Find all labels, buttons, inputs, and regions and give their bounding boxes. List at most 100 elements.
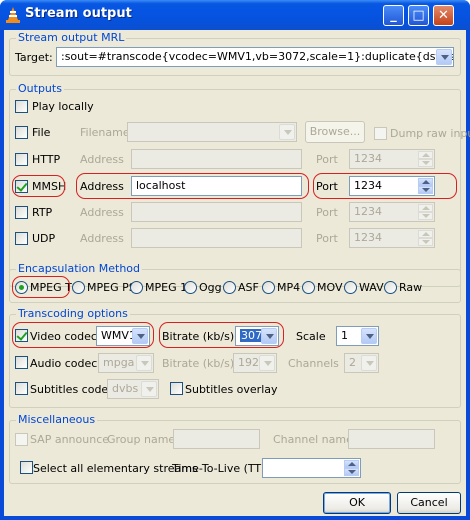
- audio-bitrate-value: 192: [238, 356, 259, 369]
- play-locally-label: Play locally: [32, 100, 94, 113]
- radio-asf-label: ASF: [238, 281, 259, 294]
- spin-down-icon[interactable]: [344, 468, 359, 476]
- radio-wav-label: WAV: [359, 281, 384, 294]
- audio-bitrate-label: Bitrate (kb/s): [162, 357, 235, 370]
- spin-down-icon[interactable]: [418, 238, 433, 246]
- rtp-checkbox[interactable]: [15, 206, 28, 219]
- mmsh-port-value: 1234: [354, 179, 382, 192]
- sap-announce-checkbox[interactable]: [15, 433, 28, 446]
- http-checkbox[interactable]: [15, 153, 28, 166]
- radio-asf[interactable]: [223, 281, 236, 294]
- minimize-button[interactable]: _: [383, 5, 404, 26]
- spin-up-icon[interactable]: [418, 178, 433, 186]
- select-all-streams-checkbox[interactable]: [20, 461, 33, 474]
- channels-value: 2: [349, 356, 356, 369]
- chevron-down-icon[interactable]: [436, 49, 452, 65]
- target-value: :sout=#transcode{vcodec=WMV1,vb=3072,sca…: [61, 50, 453, 63]
- sap-announce-label: SAP announce: [30, 433, 110, 446]
- http-label: HTTP: [32, 153, 61, 166]
- dump-raw-checkbox[interactable]: [374, 127, 387, 140]
- dump-raw-label: Dump raw input: [390, 127, 470, 140]
- http-address-input[interactable]: [131, 149, 302, 169]
- filename-label: Filename: [80, 126, 130, 139]
- udp-label: UDP: [32, 232, 56, 245]
- udp-port-value: 1234: [354, 231, 382, 244]
- udp-address-label: Address: [80, 232, 124, 245]
- radio-raw[interactable]: [384, 281, 397, 294]
- audio-bitrate-combobox[interactable]: 192: [233, 353, 277, 373]
- audio-codec-combobox[interactable]: mpga: [98, 353, 154, 373]
- radio-raw-label: Raw: [399, 281, 423, 294]
- subtitles-overlay-checkbox[interactable]: [170, 382, 183, 395]
- rtp-port-spinbox[interactable]: 1234: [349, 202, 435, 222]
- mmsh-port-spinbox[interactable]: 1234: [349, 176, 435, 196]
- channels-combobox[interactable]: 2: [344, 353, 379, 373]
- mmsh-address-input[interactable]: localhost: [131, 176, 302, 196]
- audio-codec-label: Audio codec: [30, 357, 98, 370]
- spin-up-icon[interactable]: [344, 460, 359, 468]
- group-name-label: Group name: [107, 433, 176, 446]
- channel-name-input[interactable]: [348, 429, 435, 449]
- radio-mpeg-1-label: MPEG 1: [145, 281, 188, 294]
- radio-mpeg-ts[interactable]: [15, 281, 28, 294]
- target-label: Target:: [15, 51, 53, 64]
- subtitles-codec-combobox[interactable]: dvbs: [107, 379, 159, 399]
- play-locally-checkbox[interactable]: [15, 100, 28, 113]
- close-button[interactable]: ✕: [433, 5, 454, 26]
- transcoding-group-title: Transcoding options: [16, 307, 130, 320]
- chevron-down-icon[interactable]: [361, 355, 377, 371]
- radio-wav[interactable]: [344, 281, 357, 294]
- chevron-down-icon[interactable]: [259, 355, 275, 371]
- video-bitrate-combobox[interactable]: 3072: [235, 326, 279, 346]
- spin-up-icon[interactable]: [418, 230, 433, 238]
- chevron-down-icon[interactable]: [132, 328, 148, 344]
- rtp-port-value: 1234: [354, 205, 382, 218]
- chevron-down-icon[interactable]: [279, 124, 295, 140]
- mmsh-port-label: Port: [316, 180, 338, 193]
- window-title: Stream output: [25, 6, 132, 21]
- http-port-spinbox[interactable]: 1234: [349, 149, 435, 169]
- spin-up-icon[interactable]: [418, 204, 433, 212]
- audio-codec-checkbox[interactable]: [15, 356, 28, 369]
- spin-down-icon[interactable]: [418, 212, 433, 220]
- radio-mov[interactable]: [302, 281, 315, 294]
- video-codec-combobox[interactable]: WMV1: [96, 326, 150, 346]
- chevron-down-icon[interactable]: [361, 328, 377, 344]
- browse-button[interactable]: Browse...: [305, 121, 365, 143]
- rtp-address-input[interactable]: [131, 202, 302, 222]
- radio-mpeg-1[interactable]: [130, 281, 143, 294]
- rtp-address-label: Address: [80, 206, 124, 219]
- radio-mpeg-ps[interactable]: [72, 281, 85, 294]
- encapsulation-group-title: Encapsulation Method: [16, 262, 143, 275]
- udp-address-input[interactable]: [131, 228, 302, 248]
- subtitles-codec-checkbox[interactable]: [15, 382, 28, 395]
- maximize-button[interactable]: □: [408, 5, 429, 26]
- subtitles-codec-value: dvbs: [112, 382, 139, 395]
- udp-port-spinbox[interactable]: 1234: [349, 228, 435, 248]
- misc-group-title: Miscellaneous: [16, 413, 98, 426]
- udp-checkbox[interactable]: [15, 232, 28, 245]
- spin-up-icon[interactable]: [418, 151, 433, 159]
- ttl-spinbox[interactable]: [262, 458, 361, 478]
- title-bar[interactable]: Stream output _ □ ✕: [0, 0, 470, 30]
- chevron-down-icon[interactable]: [261, 328, 277, 344]
- radio-mp4[interactable]: [262, 281, 275, 294]
- video-codec-checkbox[interactable]: [15, 329, 28, 342]
- file-checkbox[interactable]: [15, 126, 28, 139]
- group-name-input[interactable]: [173, 429, 260, 449]
- radio-mov-label: MOV: [317, 281, 343, 294]
- filename-combobox[interactable]: [127, 122, 297, 142]
- mrl-group-title: Stream output MRL: [16, 31, 127, 44]
- ok-button[interactable]: OK: [323, 492, 391, 514]
- chevron-down-icon[interactable]: [136, 355, 152, 371]
- spin-down-icon[interactable]: [418, 159, 433, 167]
- scale-combobox[interactable]: 1: [336, 326, 379, 346]
- target-combobox[interactable]: :sout=#transcode{vcodec=WMV1,vb=3072,sca…: [56, 47, 454, 67]
- chevron-down-icon[interactable]: [141, 381, 157, 397]
- dialog-body: Stream output MRL Target: :sout=#transco…: [4, 30, 470, 516]
- spin-down-icon[interactable]: [418, 186, 433, 194]
- cancel-button[interactable]: Cancel: [397, 492, 461, 514]
- mmsh-checkbox[interactable]: [15, 180, 28, 193]
- http-address-label: Address: [80, 153, 124, 166]
- radio-ogg[interactable]: [184, 281, 197, 294]
